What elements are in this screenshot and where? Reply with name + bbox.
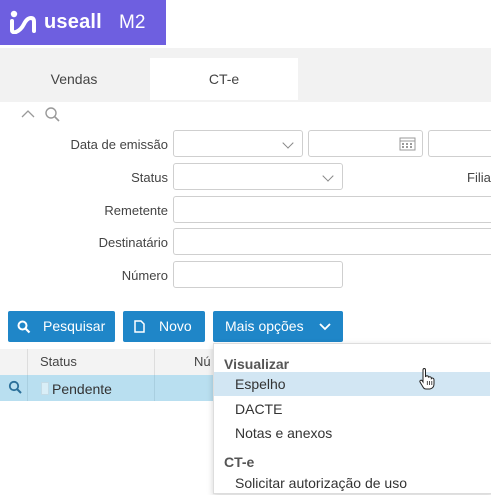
column-divider <box>154 349 155 375</box>
logo-text: useall <box>44 11 102 33</box>
column-divider <box>154 375 155 401</box>
status-select[interactable] <box>173 163 343 190</box>
search-filter-icon[interactable] <box>44 106 61 123</box>
filial-label: Filia <box>467 170 491 185</box>
numero-input[interactable] <box>173 261 343 288</box>
remetente-input[interactable] <box>173 196 491 223</box>
view-search-icon[interactable] <box>8 380 23 395</box>
menu-item-solicitar-autorizacao[interactable]: Solicitar autorização de uso <box>214 471 490 495</box>
tab-cte[interactable]: CT-e <box>150 58 298 100</box>
new-document-icon <box>134 320 145 333</box>
date-to-input[interactable] <box>428 130 491 157</box>
chevron-down-icon <box>322 170 334 182</box>
pesquisar-button[interactable]: Pesquisar <box>8 311 115 342</box>
remetente-label: Remetente <box>104 203 168 218</box>
numero-label: Número <box>121 268 168 283</box>
chevron-down-icon <box>319 323 331 331</box>
column-header-status[interactable]: Status <box>40 354 77 369</box>
menu-group-visualizar: Visualizar <box>224 356 290 372</box>
logo-version: M2 <box>119 12 146 33</box>
search-icon <box>17 320 31 334</box>
mais-opcoes-label: Mais opções <box>225 318 304 334</box>
data-emissao-label: Data de emissão <box>70 137 168 152</box>
novo-label: Novo <box>159 318 192 334</box>
chevron-down-icon <box>282 137 294 149</box>
date-from-input[interactable] <box>308 130 423 157</box>
mais-opcoes-button[interactable]: Mais opções <box>213 311 343 342</box>
menu-item-dacte[interactable]: DACTE <box>214 397 490 421</box>
column-divider <box>27 375 28 401</box>
row-status: Pendente <box>52 381 112 397</box>
data-emissao-select[interactable] <box>173 130 303 157</box>
collapse-icon[interactable] <box>21 108 35 120</box>
tab-vendas[interactable]: Vendas <box>0 58 148 100</box>
menu-group-cte: CT-e <box>224 454 255 470</box>
column-header-numero[interactable]: Nú <box>194 354 211 369</box>
hand-cursor-icon <box>419 368 435 390</box>
pesquisar-label: Pesquisar <box>43 318 106 334</box>
status-indicator <box>41 382 49 395</box>
novo-button[interactable]: Novo <box>123 311 205 342</box>
status-label: Status <box>131 170 168 185</box>
menu-item-notas-anexos[interactable]: Notas e anexos <box>214 421 490 445</box>
destinatario-input[interactable] <box>173 228 491 255</box>
column-divider <box>27 349 28 375</box>
brand-logo[interactable]: useall M2 <box>0 0 166 45</box>
mais-opcoes-menu: Visualizar Espelho DACTE Notas e anexos … <box>213 343 491 494</box>
logo-icon <box>10 10 36 34</box>
destinatario-label: Destinatário <box>98 235 168 250</box>
calendar-icon[interactable] <box>399 136 416 151</box>
menu-item-espelho[interactable]: Espelho <box>214 372 490 396</box>
